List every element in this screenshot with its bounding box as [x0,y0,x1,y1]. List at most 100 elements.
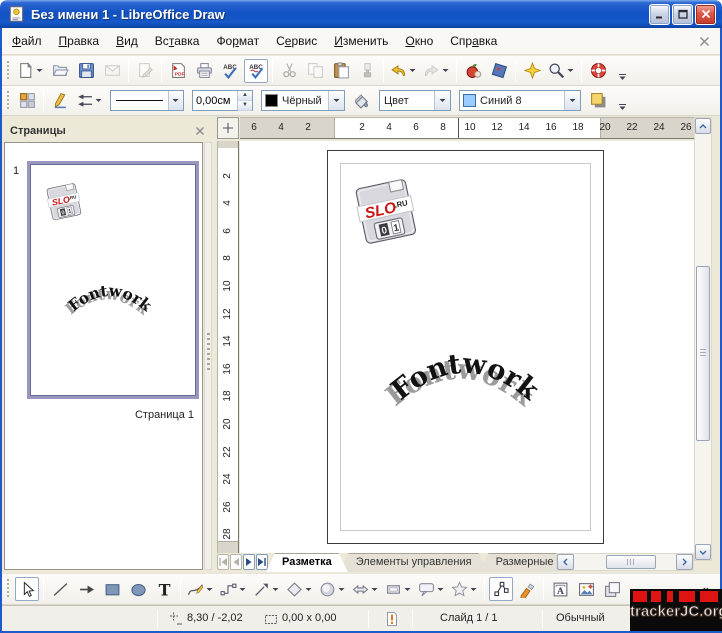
flowcharts-button[interactable] [383,577,414,601]
chevron-down-icon[interactable] [35,68,44,73]
first-page-button[interactable] [217,554,229,570]
line-style-combo[interactable] [110,90,184,111]
callouts-button[interactable] [416,577,447,601]
horizontal-scroll-thumb[interactable] [606,555,656,569]
save-button[interactable] [74,59,98,83]
drawing-canvas[interactable]: SLO.RU01 FontworkFontwork [240,141,694,553]
line-color-dropdown-button[interactable] [328,91,344,110]
new-document-button[interactable] [15,59,46,83]
copy-button[interactable] [303,59,327,83]
arrange-button[interactable] [600,577,624,601]
print-button[interactable] [192,59,216,83]
vertical-scroll-thumb[interactable] [696,266,710,441]
toolbar-overflow-button[interactable] [618,61,627,81]
open-button[interactable] [48,59,72,83]
line-width-input[interactable] [193,91,237,110]
menu-item-6[interactable]: Изменить [334,34,388,48]
minimize-button[interactable] [649,4,670,25]
document-modified-icon[interactable] [384,611,400,627]
basic-shapes-button[interactable] [284,577,315,601]
chevron-down-icon[interactable] [94,98,103,103]
chevron-down-icon[interactable] [238,587,247,592]
menu-item-4[interactable]: Формат [216,34,259,48]
connector-button[interactable] [218,577,249,601]
maximize-button[interactable] [672,4,693,25]
undo-button[interactable] [388,59,419,83]
menu-item-8[interactable]: Справка [450,34,497,48]
block-arrows-button[interactable] [350,577,381,601]
toolbar-grip[interactable] [5,579,10,599]
chevron-down-icon[interactable] [436,587,445,592]
menu-item-2[interactable]: Вид [116,34,138,48]
edit-file-button[interactable] [133,59,157,83]
rectangle-button[interactable] [100,577,124,601]
select-button[interactable] [15,577,39,601]
insert-image-button[interactable] [574,577,598,601]
auto-spellcheck-button[interactable]: ABC [244,59,268,83]
line-button[interactable] [48,577,72,601]
pages-panel-scrollbar[interactable] [204,142,212,570]
chevron-down-icon[interactable] [304,587,313,592]
fill-style-dropdown-button[interactable] [434,91,450,110]
menu-item-1[interactable]: Правка [59,34,100,48]
horizontal-ruler[interactable]: 6422468101214161820222426 [240,117,694,139]
line-style-dropdown-button[interactable] [168,91,183,110]
arrow-style-button[interactable] [74,89,105,113]
fill-style-combo[interactable]: Цвет [379,90,451,111]
toolbar-overflow-button[interactable] [618,91,627,111]
clone-formatting-button[interactable] [355,59,379,83]
scroll-down-button[interactable] [695,544,711,560]
lines-and-arrows-button[interactable] [251,577,282,601]
export-pdf-button[interactable]: PDF [166,59,190,83]
application-icon[interactable] [8,5,26,23]
chevron-down-icon[interactable] [403,587,412,592]
scroll-right-button[interactable] [676,554,693,570]
menu-item-5[interactable]: Сервис [276,34,317,48]
vertical-scrollbar[interactable] [694,117,712,561]
edit-points-button[interactable] [489,577,513,601]
page-thumbnail[interactable]: SLO.RU01 FontworkFontwork [27,161,199,399]
menu-item-7[interactable]: Окно [405,34,433,48]
layer-tab-2[interactable]: Размерные [480,553,556,572]
fill-color-combo[interactable]: Синий 8 [459,90,581,111]
cursor-position-value[interactable]: 8,30 / -2,02 [187,606,243,631]
previous-page-button[interactable] [230,554,242,570]
chevron-down-icon[interactable] [370,587,379,592]
vertical-ruler[interactable]: 246810121416182022242628 [217,141,239,553]
styles-button[interactable] [15,89,39,113]
display-grid-button[interactable] [487,59,511,83]
toolbar-grip[interactable] [5,91,10,111]
area-dialog-button[interactable] [350,89,374,113]
line-dialog-button[interactable] [48,89,72,113]
text-button[interactable]: T [152,577,176,601]
line-width-decrease-button[interactable]: ▼ [238,101,252,111]
line-color-combo[interactable]: Чёрный [261,90,345,111]
zoom-button[interactable] [546,59,577,83]
chevron-down-icon[interactable] [337,587,346,592]
last-page-button[interactable] [256,554,268,570]
email-button[interactable] [100,59,124,83]
help-button[interactable] [586,59,610,83]
object-size-value[interactable]: 0,00 x 0,00 [282,606,336,631]
menu-item-0[interactable]: Файл [12,34,42,48]
glue-points-button[interactable] [515,577,539,601]
chevron-down-icon[interactable] [441,68,450,73]
next-page-button[interactable] [243,554,255,570]
chevron-down-icon[interactable] [469,587,478,592]
arrow-button[interactable] [74,577,98,601]
fill-color-dropdown-button[interactable] [564,91,580,110]
scroll-left-button[interactable] [557,554,574,570]
page[interactable]: SLO.RU01 FontworkFontwork [327,150,604,544]
stars-button[interactable] [449,577,480,601]
navigator-button[interactable] [520,59,544,83]
layer-tab-0[interactable]: Разметка [266,553,348,572]
view-mode-indicator[interactable]: Обычный [556,606,605,631]
shadow-button[interactable] [586,89,610,113]
layer-tab-1[interactable]: Элементы управления [340,553,488,572]
chevron-down-icon[interactable] [205,587,214,592]
slide-indicator[interactable]: Слайд 1 / 1 [440,606,498,631]
ellipse-button[interactable] [126,577,150,601]
toolbar-grip[interactable] [5,61,10,81]
slo-ru-logo-image[interactable]: SLO.RU01 [351,177,421,247]
menu-item-3[interactable]: Вставка [155,34,200,48]
